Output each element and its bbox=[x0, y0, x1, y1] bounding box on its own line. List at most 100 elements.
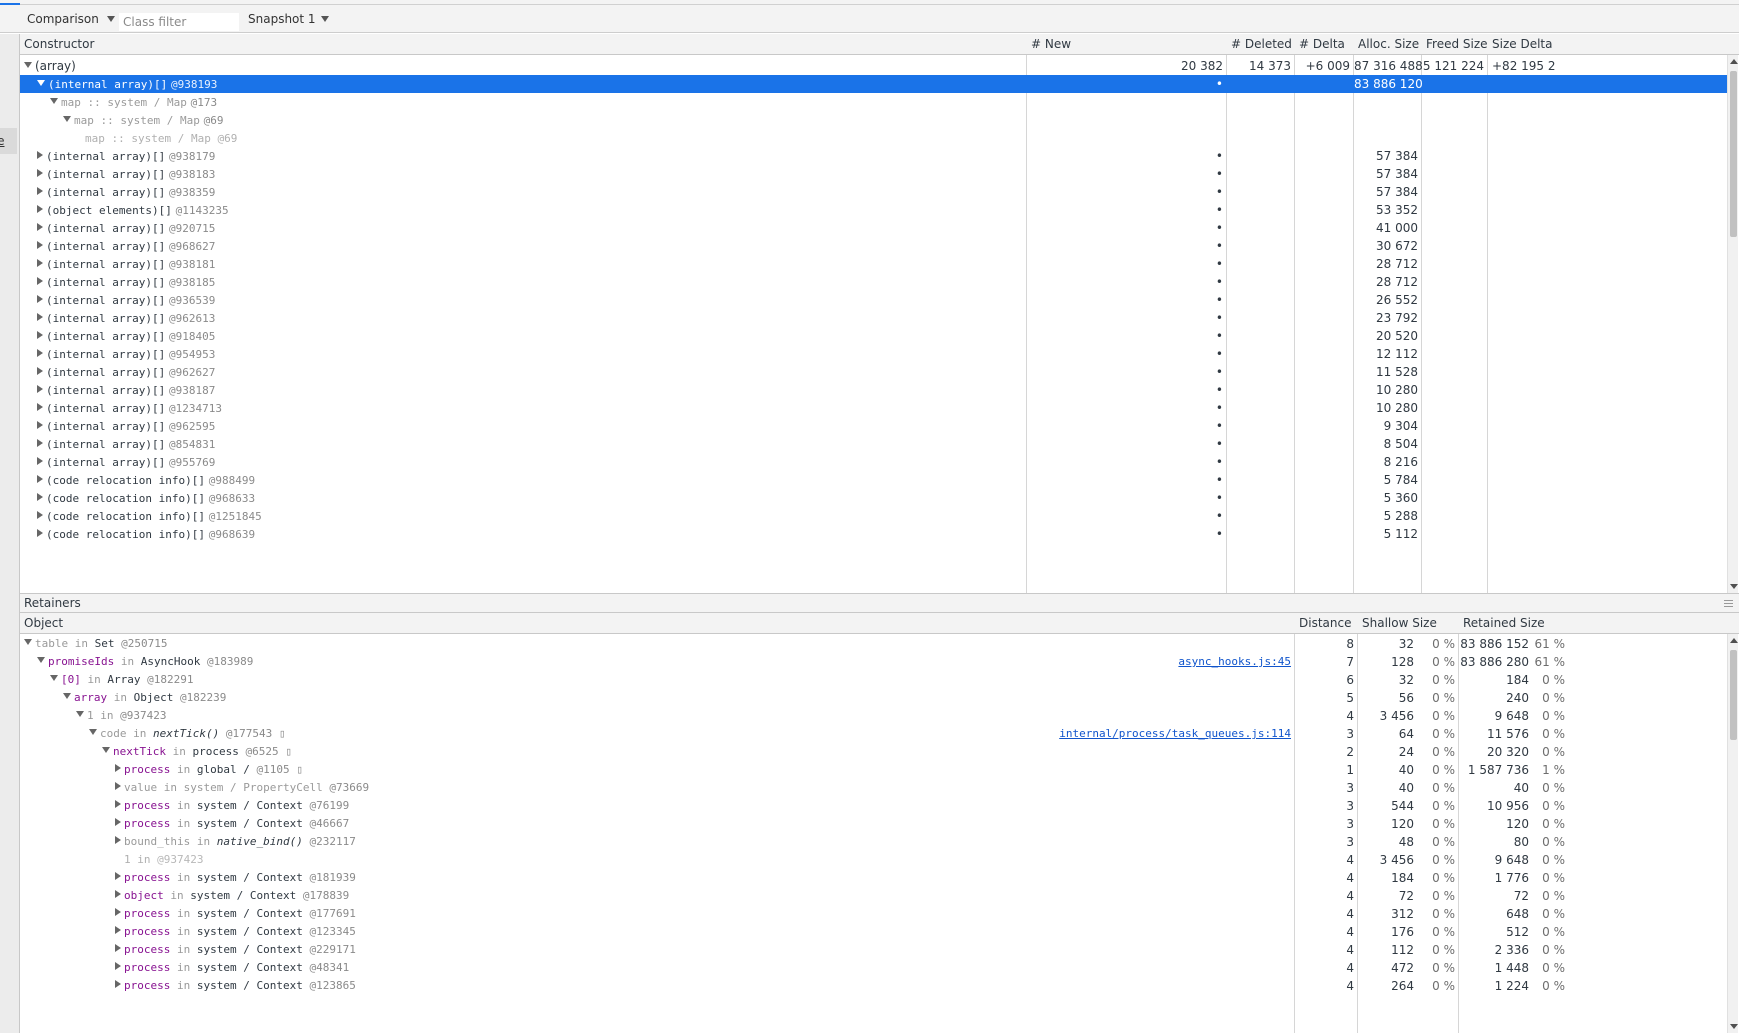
collapse-triangle-icon[interactable] bbox=[115, 980, 121, 988]
table-row[interactable]: (internal array)[] @938185 • 28 712 bbox=[20, 273, 1727, 291]
collapse-triangle-icon[interactable] bbox=[37, 475, 43, 483]
table-row[interactable]: map :: system / Map @173 bbox=[20, 93, 1727, 111]
collapse-triangle-icon[interactable] bbox=[37, 313, 43, 321]
collapse-triangle-icon[interactable] bbox=[115, 782, 121, 790]
collapse-triangle-icon[interactable] bbox=[37, 259, 43, 267]
column-header-new[interactable]: # New bbox=[1027, 34, 1227, 55]
expand-triangle-icon[interactable] bbox=[63, 116, 71, 122]
table-row[interactable]: (internal array)[] @854831 • 8 504 bbox=[20, 435, 1727, 453]
retainer-row[interactable]: value in system / PropertyCell @73669 3 40… bbox=[20, 779, 1727, 797]
collapse-triangle-icon[interactable] bbox=[115, 872, 121, 880]
column-header-distance[interactable]: Distance bbox=[1295, 613, 1358, 634]
retainer-row[interactable]: code in nextTick() @177543 ▯ internal/pro… bbox=[20, 725, 1727, 743]
view-mode-select[interactable]: Comparison bbox=[27, 10, 115, 28]
table-row[interactable]: (internal array)[] @962627 • 11 528 bbox=[20, 363, 1727, 381]
expand-triangle-icon[interactable] bbox=[50, 675, 58, 681]
table-row[interactable]: (internal array)[] @962595 • 9 304 bbox=[20, 417, 1727, 435]
scroll-thumb[interactable] bbox=[1730, 650, 1737, 740]
table-row[interactable]: (code relocation info)[] @968633 • 5 360 bbox=[20, 489, 1727, 507]
retainer-row[interactable]: nextTick in process @6525 ▯ 2 24 0 % 20 320 0… bbox=[20, 743, 1727, 761]
class-filter-input[interactable] bbox=[119, 13, 239, 31]
expand-triangle-icon[interactable] bbox=[24, 62, 32, 68]
retainers-scrollbar[interactable] bbox=[1727, 634, 1738, 1033]
constructor-scrollbar[interactable] bbox=[1727, 55, 1738, 593]
column-header-alloc-size[interactable]: Alloc. Size bbox=[1354, 34, 1422, 55]
table-row[interactable]: (internal array)[] @938181 • 28 712 bbox=[20, 255, 1727, 273]
table-row[interactable]: (internal array)[] @920715 • 41 000 bbox=[20, 219, 1727, 237]
collapse-triangle-icon[interactable] bbox=[115, 800, 121, 808]
column-header-shallow-size[interactable]: Shallow Size bbox=[1358, 613, 1459, 634]
retainers-header[interactable]: Retainers bbox=[20, 593, 1739, 613]
retainer-row[interactable]: process in system / Context @229171 4 112 0… bbox=[20, 941, 1727, 959]
table-row[interactable]: (internal array)[] @962613 • 23 792 bbox=[20, 309, 1727, 327]
collapse-triangle-icon[interactable] bbox=[115, 926, 121, 934]
collapse-triangle-icon[interactable] bbox=[115, 908, 121, 916]
collapse-triangle-icon[interactable] bbox=[37, 385, 43, 393]
retainer-row[interactable]: process in system / Context @181939 4 184 0… bbox=[20, 869, 1727, 887]
collapse-triangle-icon[interactable] bbox=[37, 151, 43, 159]
snapshot-select[interactable]: Snapshot 1 bbox=[248, 10, 329, 28]
retainer-row[interactable]: process in system / Context @123345 4 176 0… bbox=[20, 923, 1727, 941]
scroll-up-icon[interactable] bbox=[1730, 59, 1738, 64]
collapse-triangle-icon[interactable] bbox=[37, 187, 43, 195]
sidebar-tab[interactable]: ve bbox=[0, 128, 17, 154]
table-row[interactable]: (internal array)[] @968627 • 30 672 bbox=[20, 237, 1727, 255]
scroll-down-icon[interactable] bbox=[1730, 1024, 1738, 1029]
collapse-triangle-icon[interactable] bbox=[37, 403, 43, 411]
collapse-triangle-icon[interactable] bbox=[37, 241, 43, 249]
expand-triangle-icon[interactable] bbox=[37, 80, 45, 86]
collapse-triangle-icon[interactable] bbox=[37, 493, 43, 501]
scroll-down-icon[interactable] bbox=[1730, 584, 1738, 589]
column-header-object[interactable]: Object bbox=[20, 613, 1295, 634]
column-header-delta[interactable]: # Delta bbox=[1295, 34, 1354, 55]
expand-triangle-icon[interactable] bbox=[89, 729, 97, 735]
table-row[interactable]: (internal array)[] @936539 • 26 552 bbox=[20, 291, 1727, 309]
table-row[interactable]: (internal array)[] @938187 • 10 280 bbox=[20, 381, 1727, 399]
collapse-triangle-icon[interactable] bbox=[115, 818, 121, 826]
table-row[interactable]: map :: system / Map @69 bbox=[20, 111, 1727, 129]
table-row[interactable]: (internal array)[] @1234713 • 10 280 bbox=[20, 399, 1727, 417]
collapse-triangle-icon[interactable] bbox=[37, 277, 43, 285]
retainer-row[interactable]: object in system / Context @178839 4 72 0 %… bbox=[20, 887, 1727, 905]
retainer-row[interactable]: [0] in Array @182291 6 32 0 % 184 0 % bbox=[20, 671, 1727, 689]
source-link[interactable]: async_hooks.js:45 bbox=[1178, 653, 1291, 673]
retainer-row[interactable]: process in system / Context @76199 3 544 0 … bbox=[20, 797, 1727, 815]
collapse-triangle-icon[interactable] bbox=[37, 421, 43, 429]
collapse-triangle-icon[interactable] bbox=[37, 169, 43, 177]
scroll-thumb[interactable] bbox=[1730, 71, 1737, 237]
table-row[interactable]: (code relocation info)[] @1251845 • 5 288 bbox=[20, 507, 1727, 525]
table-row[interactable]: (internal array)[] @938179 • 57 384 bbox=[20, 147, 1727, 165]
expand-triangle-icon[interactable] bbox=[76, 711, 84, 717]
collapse-triangle-icon[interactable] bbox=[115, 836, 121, 844]
column-header-deleted[interactable]: # Deleted bbox=[1227, 34, 1295, 55]
collapse-triangle-icon[interactable] bbox=[37, 349, 43, 357]
table-row[interactable]: (internal array)[] @938193 • 83 886 120 bbox=[20, 75, 1727, 93]
retainer-row[interactable]: 1 in @937423 4 3 456 0 % 9 648 0 % bbox=[20, 851, 1727, 869]
menu-icon[interactable] bbox=[1724, 600, 1733, 607]
expand-triangle-icon[interactable] bbox=[24, 639, 32, 645]
collapse-triangle-icon[interactable] bbox=[115, 890, 121, 898]
expand-triangle-icon[interactable] bbox=[63, 693, 71, 699]
column-header-size-delta[interactable]: Size Delta bbox=[1488, 34, 1727, 55]
collapse-triangle-icon[interactable] bbox=[37, 367, 43, 375]
collapse-triangle-icon[interactable] bbox=[37, 511, 43, 519]
table-row[interactable]: map :: system / Map @69 bbox=[20, 129, 1727, 147]
retainer-row[interactable]: process in system / Context @46667 3 120 0 … bbox=[20, 815, 1727, 833]
retainer-row[interactable]: array in Object @182239 5 56 0 % 240 0 % bbox=[20, 689, 1727, 707]
table-row[interactable]: (internal array)[] @918405 • 20 520 bbox=[20, 327, 1727, 345]
table-row[interactable]: (internal array)[] @938183 • 57 384 bbox=[20, 165, 1727, 183]
collapse-triangle-icon[interactable] bbox=[115, 962, 121, 970]
table-row[interactable]: (object elements)[] @1143235 • 53 352 bbox=[20, 201, 1727, 219]
table-row[interactable]: (internal array)[] @938359 • 57 384 bbox=[20, 183, 1727, 201]
expand-triangle-icon[interactable] bbox=[50, 98, 58, 104]
table-row[interactable]: (code relocation info)[] @988499 • 5 784 bbox=[20, 471, 1727, 489]
scroll-up-icon[interactable] bbox=[1730, 638, 1738, 643]
source-link[interactable]: internal/process/task_queues.js:114 bbox=[1059, 725, 1291, 745]
collapse-triangle-icon[interactable] bbox=[115, 944, 121, 952]
column-header-retained-size[interactable]: Retained Size bbox=[1459, 613, 1727, 634]
collapse-triangle-icon[interactable] bbox=[37, 223, 43, 231]
collapse-triangle-icon[interactable] bbox=[37, 205, 43, 213]
retainer-row[interactable]: 1 in @937423 4 3 456 0 % 9 648 0 % bbox=[20, 707, 1727, 725]
column-header-constructor[interactable]: Constructor bbox=[20, 34, 1027, 55]
retainer-row[interactable]: bound_this in native_bind() @232117 3 48 0 … bbox=[20, 833, 1727, 851]
